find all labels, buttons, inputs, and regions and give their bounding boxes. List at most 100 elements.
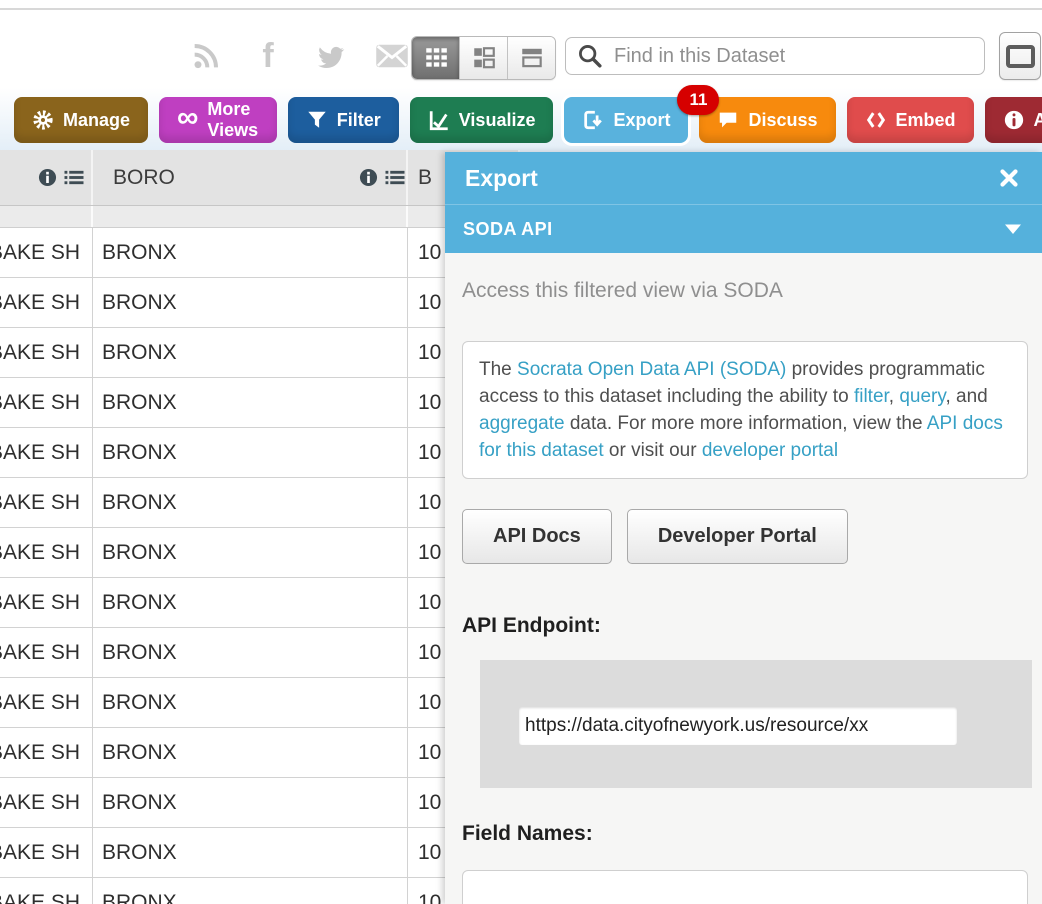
filter-button[interactable]: Filter (288, 97, 399, 143)
table-row[interactable]: BAKE SHBRONX10 (0, 278, 520, 328)
table-cell-boro[interactable]: BRONX (93, 478, 408, 527)
info-icon[interactable] (359, 168, 378, 187)
api-endpoint-input[interactable] (519, 707, 957, 745)
chevron-down-icon[interactable] (1002, 218, 1024, 240)
table-cell-dba[interactable]: BAKE SH (0, 878, 93, 904)
data-grid: BORO B BAKE SHBRONX10BAKE SHBRONX10BAKE … (0, 150, 520, 904)
api-docs-button[interactable]: API Docs (462, 509, 612, 564)
manage-label: Manage (63, 110, 130, 131)
column-menu-icon[interactable] (384, 168, 406, 187)
table-row[interactable]: BAKE SHBRONX10 (0, 578, 520, 628)
embed-button[interactable]: Embed (847, 97, 974, 143)
table-row[interactable]: BAKE SHBRONX10 (0, 878, 520, 904)
grid-view-icon (423, 45, 449, 71)
table-cell-dba[interactable]: BAKE SH (0, 778, 93, 827)
export-icon (582, 109, 604, 131)
column-header-boro[interactable]: BORO (93, 150, 408, 205)
table-row[interactable]: BAKE SHBRONX10 (0, 378, 520, 428)
table-cell-dba[interactable]: BAKE SH (0, 228, 93, 277)
table-cell-boro[interactable]: BRONX (93, 628, 408, 677)
page-view-button[interactable] (508, 37, 555, 79)
table-cell-dba[interactable]: BAKE SH (0, 378, 93, 427)
fatrow-view-button[interactable] (460, 37, 508, 79)
discuss-count-badge: 11 (677, 85, 719, 115)
api-endpoint-box (480, 660, 1032, 788)
query-link[interactable]: query (899, 386, 945, 407)
description-text: , (889, 386, 900, 407)
info-icon[interactable] (38, 168, 57, 187)
soda-api-section-header[interactable]: SODA API (445, 204, 1042, 253)
funnel-icon (306, 109, 328, 131)
table-row[interactable]: BAKE SHBRONX10 (0, 728, 520, 778)
export-panel-body: Access this filtered view via SODA The S… (445, 279, 1042, 904)
close-icon[interactable] (996, 165, 1022, 191)
table-cell-dba[interactable]: BAKE SH (0, 728, 93, 777)
table-cell-boro[interactable]: BRONX (93, 728, 408, 777)
twitter-icon[interactable] (312, 38, 348, 74)
api-button-row: API Docs Developer Portal (462, 509, 1025, 564)
table-cell-boro[interactable]: BRONX (93, 778, 408, 827)
table-cell-boro[interactable]: BRONX (93, 878, 408, 904)
discuss-label: Discuss (748, 110, 817, 131)
action-button-row: Manage ∞ More Views Filter Visualize Exp… (0, 88, 1042, 152)
table-cell-dba[interactable]: BAKE SH (0, 678, 93, 727)
description-text: or visit our (604, 440, 702, 461)
facebook-icon[interactable]: f (250, 38, 286, 74)
filter-link[interactable]: filter (854, 386, 889, 407)
embed-label: Embed (896, 110, 956, 131)
manage-button[interactable]: Manage (14, 97, 148, 143)
about-button[interactable]: About (985, 97, 1042, 143)
fatrow-view-icon (471, 45, 497, 71)
table-cell-boro[interactable]: BRONX (93, 528, 408, 577)
developer-portal-button[interactable]: Developer Portal (627, 509, 848, 564)
table-cell-boro[interactable]: BRONX (93, 828, 408, 877)
more-views-button[interactable]: ∞ More Views (159, 97, 277, 143)
dataset-page: f (0, 0, 1042, 904)
soda-description: The Socrata Open Data API (SODA) provide… (462, 341, 1028, 479)
about-label: About (1034, 110, 1042, 131)
email-icon[interactable] (374, 38, 410, 74)
table-cell-dba[interactable]: BAKE SH (0, 528, 93, 577)
export-button[interactable]: Export (564, 97, 688, 143)
rss-icon[interactable] (188, 38, 224, 74)
table-row[interactable]: BAKE SHBRONX10 (0, 528, 520, 578)
table-cell-boro[interactable]: BRONX (93, 578, 408, 627)
search-input[interactable] (612, 44, 974, 69)
table-row[interactable]: BAKE SHBRONX10 (0, 828, 520, 878)
table-row[interactable]: BAKE SHBRONX10 (0, 628, 520, 678)
fullscreen-button[interactable] (999, 32, 1041, 80)
table-cell-boro[interactable]: BRONX (93, 428, 408, 477)
table-row[interactable]: BAKE SHBRONX10 (0, 678, 520, 728)
table-row[interactable]: BAKE SHBRONX10 (0, 428, 520, 478)
soda-api-link[interactable]: Socrata Open Data API (SODA) (517, 359, 786, 380)
soda-intro-text: Access this filtered view via SODA (462, 279, 1025, 303)
discuss-button[interactable]: 11 Discuss (699, 97, 835, 143)
filter-label: Filter (337, 110, 381, 131)
search-icon (576, 42, 604, 70)
table-cell-dba[interactable]: BAKE SH (0, 628, 93, 677)
table-row[interactable]: BAKE SHBRONX10 (0, 778, 520, 828)
column-header-dba[interactable] (0, 150, 93, 205)
table-cell-dba[interactable]: BAKE SH (0, 278, 93, 327)
table-cell-dba[interactable]: BAKE SH (0, 828, 93, 877)
table-cell-dba[interactable]: BAKE SH (0, 578, 93, 627)
column-menu-icon[interactable] (63, 168, 85, 187)
table-cell-dba[interactable]: BAKE SH (0, 328, 93, 377)
table-row[interactable]: BAKE SHBRONX10 (0, 228, 520, 278)
aggregate-link[interactable]: aggregate (479, 413, 565, 434)
table-cell-boro[interactable]: BRONX (93, 328, 408, 377)
table-row[interactable]: BAKE SHBRONX10 (0, 478, 520, 528)
table-cell-boro[interactable]: BRONX (93, 278, 408, 327)
grid-header: BORO B (0, 150, 520, 206)
visualize-button[interactable]: Visualize (410, 97, 554, 143)
grid-view-button[interactable] (412, 37, 460, 79)
table-cell-dba[interactable]: BAKE SH (0, 428, 93, 477)
table-cell-boro[interactable]: BRONX (93, 228, 408, 277)
table-row[interactable]: BAKE SHBRONX10 (0, 328, 520, 378)
toolbar: f (0, 10, 1042, 88)
developer-portal-link[interactable]: developer portal (702, 440, 838, 461)
export-panel-titlebar: Export (445, 152, 1042, 204)
table-cell-boro[interactable]: BRONX (93, 678, 408, 727)
table-cell-dba[interactable]: BAKE SH (0, 478, 93, 527)
table-cell-boro[interactable]: BRONX (93, 378, 408, 427)
